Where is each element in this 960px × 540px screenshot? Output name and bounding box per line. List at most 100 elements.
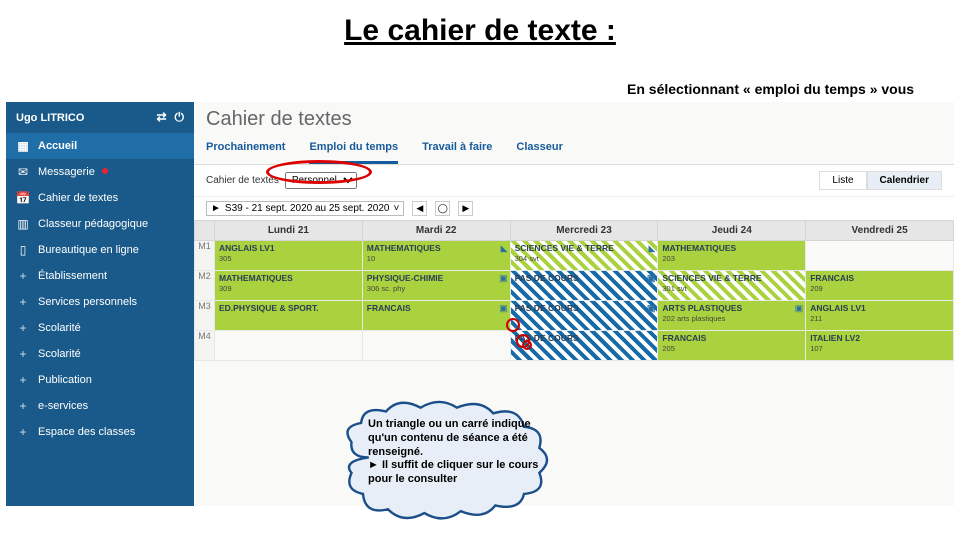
tab-prochainement[interactable]: Prochainement xyxy=(206,135,285,164)
course-subject: ARTS PLASTIQUES xyxy=(662,303,801,313)
course-cell xyxy=(806,241,953,270)
course-room: 306 sc. phy xyxy=(367,284,506,293)
slide-title: Le cahier de texte : xyxy=(0,0,960,52)
sidebar-item-9[interactable]: +Publication xyxy=(6,367,194,393)
sidebar-icon: + xyxy=(16,321,30,335)
course-room: 202 arts plastiques xyxy=(662,314,801,323)
cloud-text: Un triangle ou un carré indique qu'un co… xyxy=(368,418,544,487)
content-marker-icon: ◣ xyxy=(648,243,655,254)
view-liste-button[interactable]: Liste xyxy=(819,171,866,190)
tab-classeur[interactable]: Classeur xyxy=(516,135,562,164)
sidebar-item-10[interactable]: +e-services xyxy=(6,393,194,419)
day-header: Lundi 21 xyxy=(215,221,363,241)
toolbar: Cahier de textes Personnel Liste Calendr… xyxy=(194,165,954,197)
sidebar-label: Messagerie xyxy=(38,166,95,178)
course-cell[interactable]: ANGLAIS LV1305 xyxy=(215,241,362,270)
slot-label: M3 xyxy=(195,301,215,331)
sidebar-icon: ▥ xyxy=(16,217,30,231)
cahier-select[interactable]: Personnel xyxy=(285,172,357,189)
course-cell[interactable]: MATHEMATIQUES203 xyxy=(658,241,805,270)
sidebar-icon: + xyxy=(16,425,30,439)
sidebar-user: Ugo LITRICO xyxy=(16,112,84,124)
course-cell[interactable]: FRANCAIS209 xyxy=(806,271,953,300)
course-subject: ANGLAIS LV1 xyxy=(219,243,358,253)
sidebar-item-5[interactable]: +Établissement xyxy=(6,263,194,289)
course-room: 301 svt xyxy=(662,284,801,293)
content-marker-icon: ◣ xyxy=(501,243,508,254)
sidebar-label: Établissement xyxy=(38,270,107,282)
course-cell[interactable]: ANGLAIS LV1211 xyxy=(806,301,953,330)
sidebar-label: Bureautique en ligne xyxy=(38,244,139,256)
sidebar-icon: ▦ xyxy=(16,139,30,153)
course-cell[interactable]: PAS DE COURS xyxy=(511,331,658,360)
course-room: 205 xyxy=(662,344,801,353)
course-cell[interactable]: PHYSIQUE-CHIMIE306 sc. phy▣ xyxy=(363,271,510,300)
course-subject: FRANCAIS xyxy=(367,303,506,313)
power-icon[interactable]: ⏻ xyxy=(175,110,185,125)
course-subject: PAS DE COURS xyxy=(515,303,654,313)
course-room: 209 xyxy=(810,284,949,293)
week-today-button[interactable]: ◯ xyxy=(435,201,450,216)
content-marker-icon: ▣ xyxy=(499,273,508,284)
view-toggle: Liste Calendrier xyxy=(819,171,942,190)
settings-icon[interactable]: ⇄ xyxy=(156,110,166,125)
course-cell[interactable]: FRANCAIS205 xyxy=(658,331,805,360)
course-subject: ITALIEN LV2 xyxy=(810,333,949,343)
course-room: 211 xyxy=(810,314,949,323)
sidebar-item-3[interactable]: ▥ Classeur pédagogique xyxy=(6,211,194,237)
course-room: 304 svt xyxy=(515,254,654,263)
day-header: Mardi 22 xyxy=(362,221,510,241)
sidebar-item-2[interactable]: 📅 Cahier de textes xyxy=(6,185,194,211)
course-cell xyxy=(363,331,510,360)
course-subject: ANGLAIS LV1 xyxy=(810,303,949,313)
sidebar-item-7[interactable]: +Scolarité xyxy=(6,315,194,341)
course-subject: PAS DE COURS xyxy=(515,333,654,343)
course-cell[interactable]: PAS DE COURS▣ xyxy=(511,301,658,330)
course-subject: ED.PHYSIQUE & SPORT. xyxy=(219,303,358,313)
sidebar-item-11[interactable]: + Espace des classes xyxy=(6,419,194,445)
course-subject: MATHEMATIQUES xyxy=(219,273,358,283)
tab-emploi-du-temps[interactable]: Emploi du temps xyxy=(309,135,398,164)
course-cell[interactable]: MATHEMATIQUES309 xyxy=(215,271,362,300)
course-subject: FRANCAIS xyxy=(662,333,801,343)
course-subject: SCIENCES VIE & TERRE xyxy=(662,273,801,283)
week-select[interactable]: ► S39 - 21 sept. 2020 au 25 sept. 2020 ˅ xyxy=(206,201,404,216)
sidebar-icon: ✉ xyxy=(16,165,30,179)
sidebar-label: Espace des classes xyxy=(38,426,135,438)
week-next-button[interactable]: ▶ xyxy=(458,201,473,216)
toolbar-label: Cahier de textes xyxy=(206,175,279,186)
sidebar-item-8[interactable]: + Scolarité xyxy=(6,341,194,367)
sidebar-item-6[interactable]: +Services personnels xyxy=(6,289,194,315)
course-room: 203 xyxy=(662,254,801,263)
week-prev-button[interactable]: ◀ xyxy=(412,201,427,216)
course-cell[interactable]: ED.PHYSIQUE & SPORT. xyxy=(215,301,362,330)
sidebar-item-0[interactable]: ▦Accueil xyxy=(6,133,194,159)
course-cell[interactable]: MATHEMATIQUES10◣ xyxy=(363,241,510,270)
course-cell[interactable]: PAS DE COURS▣ xyxy=(511,271,658,300)
sidebar-icon: 📅 xyxy=(16,191,30,205)
sidebar-icon: + xyxy=(16,347,30,361)
course-cell[interactable]: ARTS PLASTIQUES202 arts plastiques▣ xyxy=(658,301,805,330)
annotation-circle xyxy=(522,340,532,350)
sidebar-item-4[interactable]: ▯ Bureautique en ligne xyxy=(6,237,194,263)
course-cell[interactable]: FRANCAIS▣ xyxy=(363,301,510,330)
course-cell[interactable]: SCIENCES VIE & TERRE301 svt xyxy=(658,271,805,300)
tab-travail-à-faire[interactable]: Travail à faire xyxy=(422,135,492,164)
course-subject: MATHEMATIQUES xyxy=(662,243,801,253)
sidebar-label: Services personnels xyxy=(38,296,137,308)
course-room: 107 xyxy=(810,344,949,353)
course-cell[interactable]: SCIENCES VIE & TERRE304 svt◣ xyxy=(511,241,658,270)
sidebar-label: Cahier de textes xyxy=(38,192,118,204)
course-cell[interactable]: ITALIEN LV2107 xyxy=(806,331,953,360)
sidebar-label: Scolarité xyxy=(38,348,81,360)
sidebar-label: Classeur pédagogique xyxy=(38,218,148,230)
sidebar: Ugo LITRICO ⇄ ⏻ ▦Accueil ✉ Messagerie 📅 Cahi… xyxy=(6,102,194,506)
week-bar: ► S39 - 21 sept. 2020 au 25 sept. 2020 ˅… xyxy=(194,197,954,220)
sidebar-label: e-services xyxy=(38,400,88,412)
slot-label: M2 xyxy=(195,271,215,301)
page-title: Cahier de textes xyxy=(194,102,954,133)
course-cell xyxy=(215,331,362,360)
sidebar-icon: ▯ xyxy=(16,243,30,257)
sidebar-item-1[interactable]: ✉ Messagerie xyxy=(6,159,194,185)
view-calendrier-button[interactable]: Calendrier xyxy=(867,171,942,190)
